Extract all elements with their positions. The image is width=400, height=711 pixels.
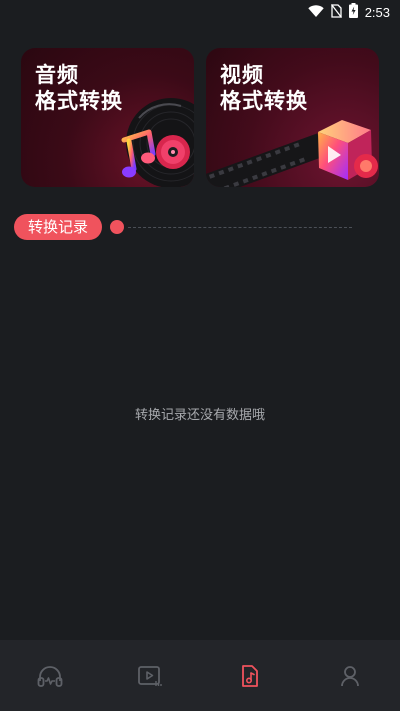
nav-item-profile[interactable] <box>300 640 400 711</box>
video-play-icon <box>137 664 163 688</box>
nav-item-video[interactable] <box>100 640 200 711</box>
video-convert-card[interactable]: 视频 格式转换 <box>206 48 379 187</box>
play-cube-icon <box>318 120 378 180</box>
cd-icon <box>156 135 190 169</box>
history-dot <box>110 220 124 234</box>
status-bar: 2:53 <box>0 0 400 24</box>
audio-card-title: 音频 格式转换 <box>35 63 123 113</box>
bottom-nav <box>0 640 400 711</box>
status-icons: 2:53 <box>307 2 390 22</box>
history-divider <box>128 227 352 228</box>
battery-charging-icon <box>348 2 358 22</box>
film-strip-icon <box>206 133 326 187</box>
history-header: 转换记录 <box>14 214 354 240</box>
audio-convert-card[interactable]: 音频 格式转换 <box>21 48 194 187</box>
profile-icon <box>339 664 361 688</box>
video-card-title: 视频 格式转换 <box>220 63 308 113</box>
status-time: 2:53 <box>364 4 390 20</box>
nav-item-audio[interactable] <box>0 640 100 711</box>
empty-state-text: 转换记录还没有数据哦 <box>134 408 265 423</box>
music-file-icon <box>239 664 261 688</box>
nav-item-files[interactable] <box>200 640 300 711</box>
history-title: 转换记录 <box>14 214 103 240</box>
no-sim-icon <box>330 3 342 22</box>
wifi-icon <box>307 3 324 22</box>
headphones-icon <box>37 664 63 688</box>
